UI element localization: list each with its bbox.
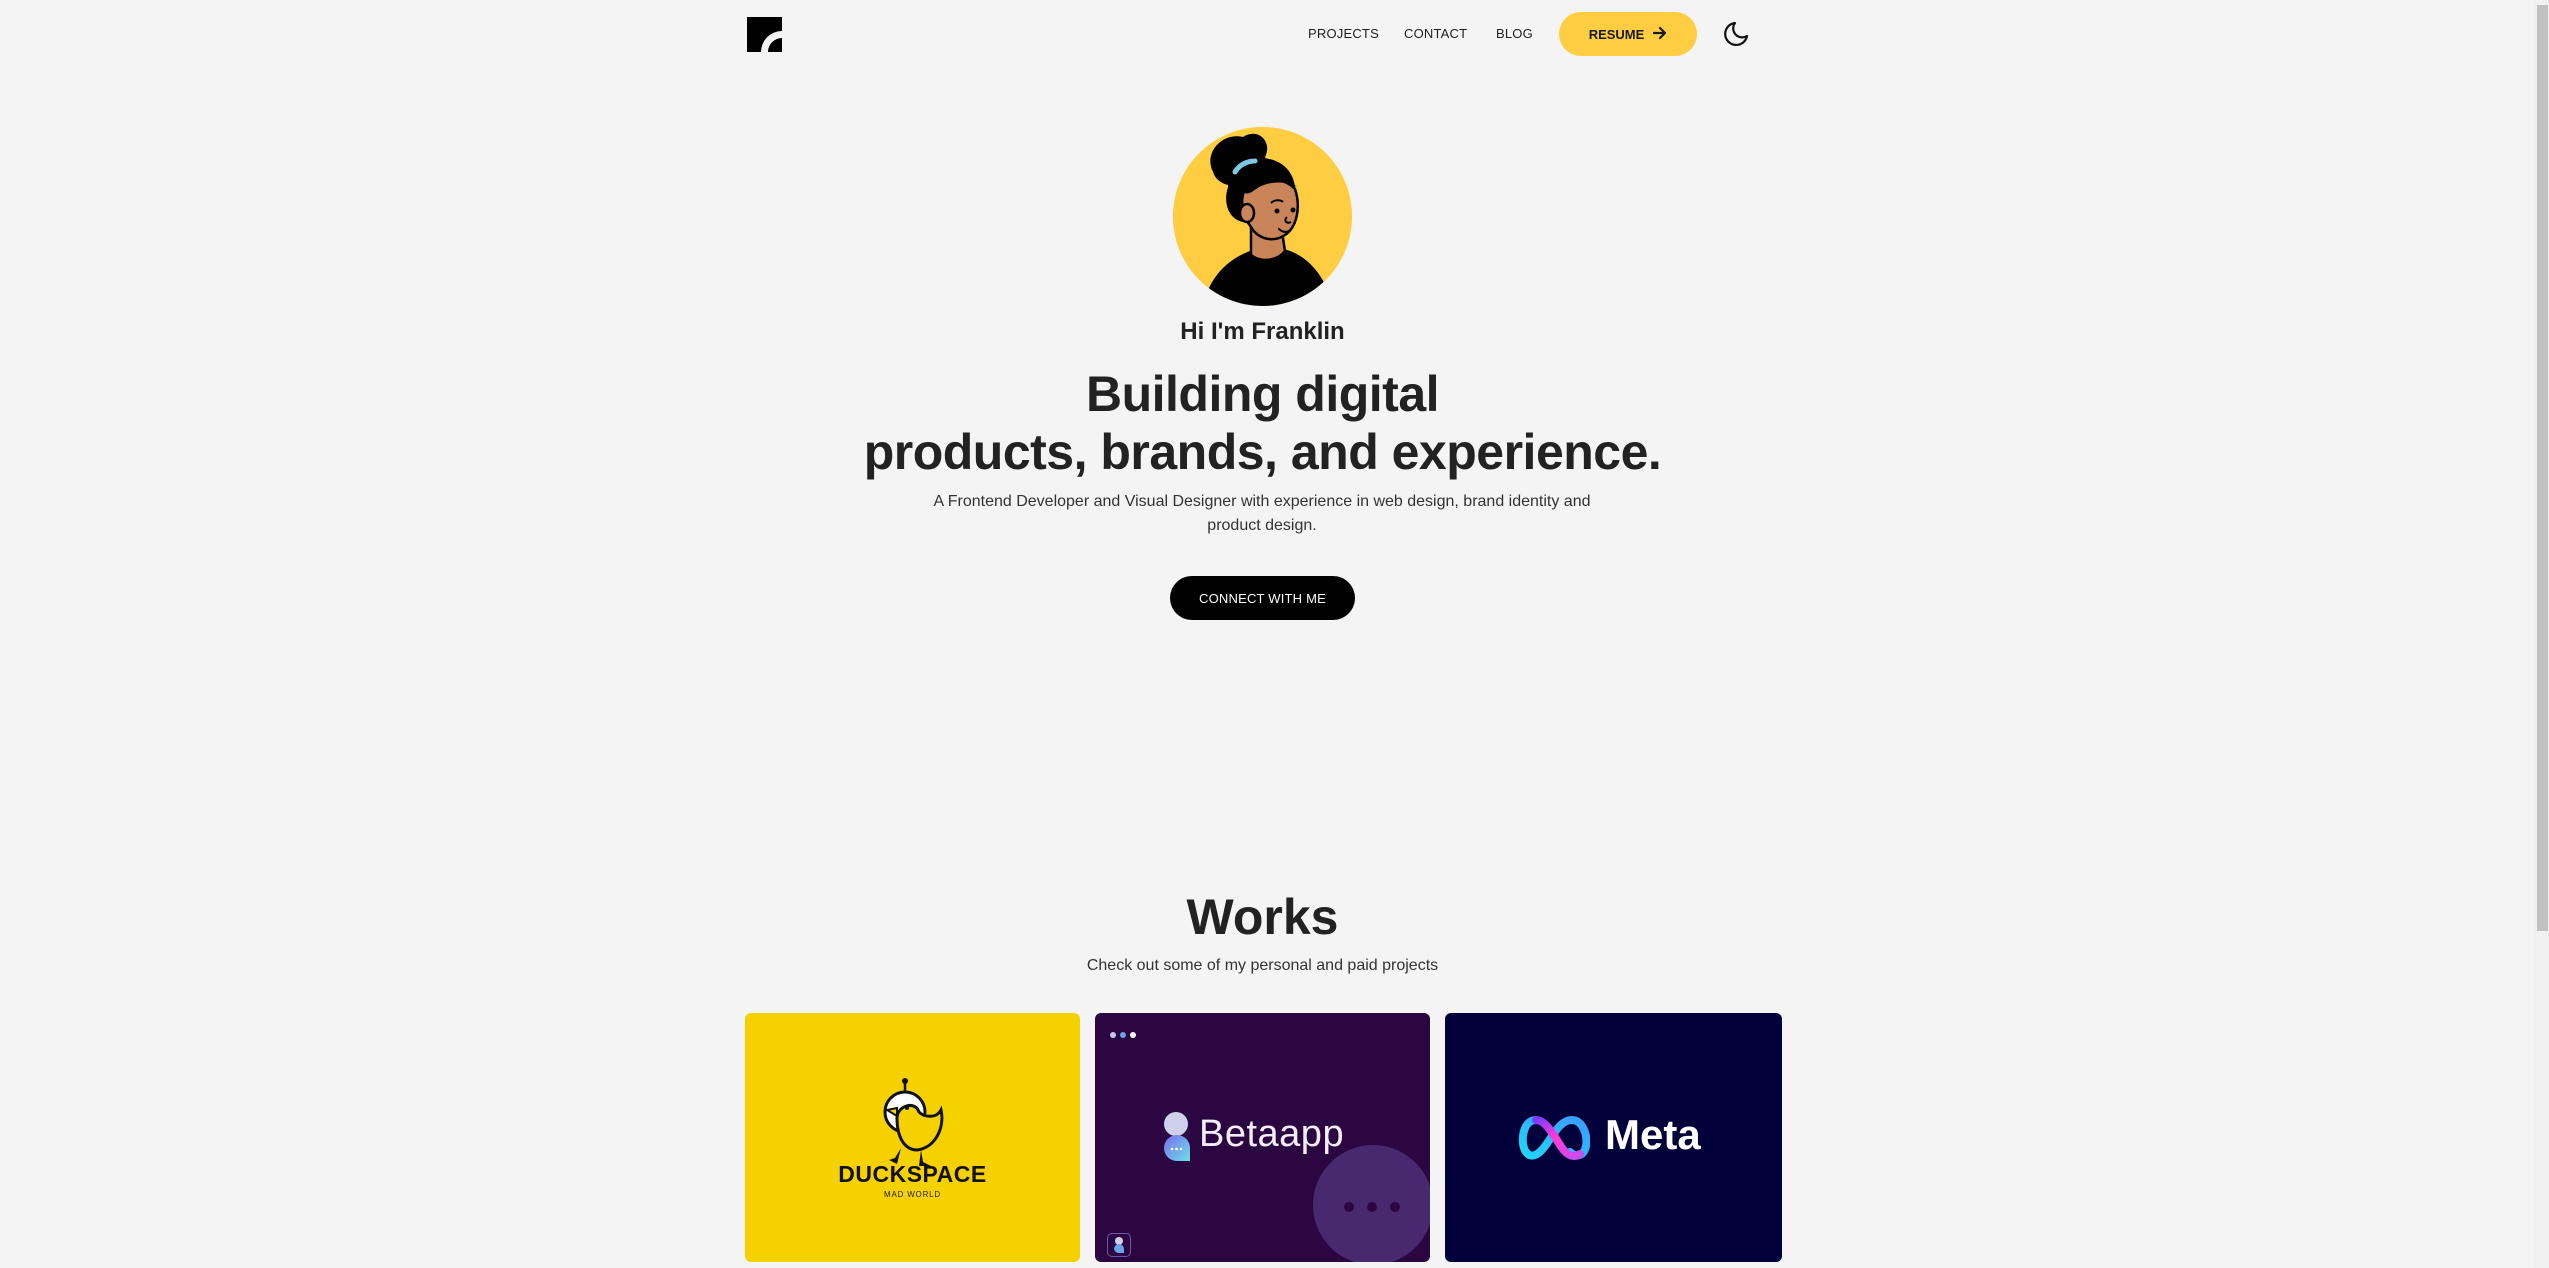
project-card-duckspace[interactable]: DUCKSPACE MAD WORLD [745,1013,1080,1262]
project-name: DUCKSPACE [838,1161,987,1187]
headline-line-2: products, brands, and experience. [863,424,1662,480]
window-dots-icon [1109,1026,1139,1038]
avatar [1173,127,1352,306]
arrow-right-icon [1653,26,1667,43]
connect-button[interactable]: CONNECT WITH ME [1170,576,1355,620]
meta-infinity-icon [1518,1114,1591,1162]
typing-dots-icon [1343,1199,1403,1212]
nav-projects[interactable]: PROJECTS [1308,26,1379,41]
works-subtitle: Check out some of my personal and paid p… [1086,957,1439,974]
project-card-betaapp[interactable]: Betaapp [1095,1013,1430,1262]
hero-subtitle: A Frontend Developer and Visual Designer… [933,493,1591,534]
scroll-up-arrow-icon[interactable] [2537,0,2548,13]
app-icon-thumbnail [1107,1233,1131,1257]
brand-logo-icon[interactable] [747,17,782,52]
project-tagline: MAD WORLD [884,1190,941,1199]
project-card-meta[interactable]: Meta [1445,1013,1782,1262]
nav-blog[interactable]: BLOG [1496,26,1533,41]
headline-line-1: Building digital [1085,366,1440,422]
moon-icon[interactable] [1721,19,1751,49]
greeting: Hi I'm Franklin [1180,318,1345,345]
scrollbar-thumb[interactable] [2537,5,2548,931]
project-name: Betaapp [1199,1113,1345,1155]
nav-contact[interactable]: CONTACT [1404,26,1467,41]
hero-headline: Building digital products, brands, and e… [0,365,2525,481]
works-title: Works [1186,889,1339,945]
resume-label: RESUME [1588,26,1645,42]
project-name: Meta [1605,1111,1701,1158]
resume-button[interactable]: RESUME [1559,12,1697,56]
betaapp-logo-icon [1163,1112,1191,1162]
